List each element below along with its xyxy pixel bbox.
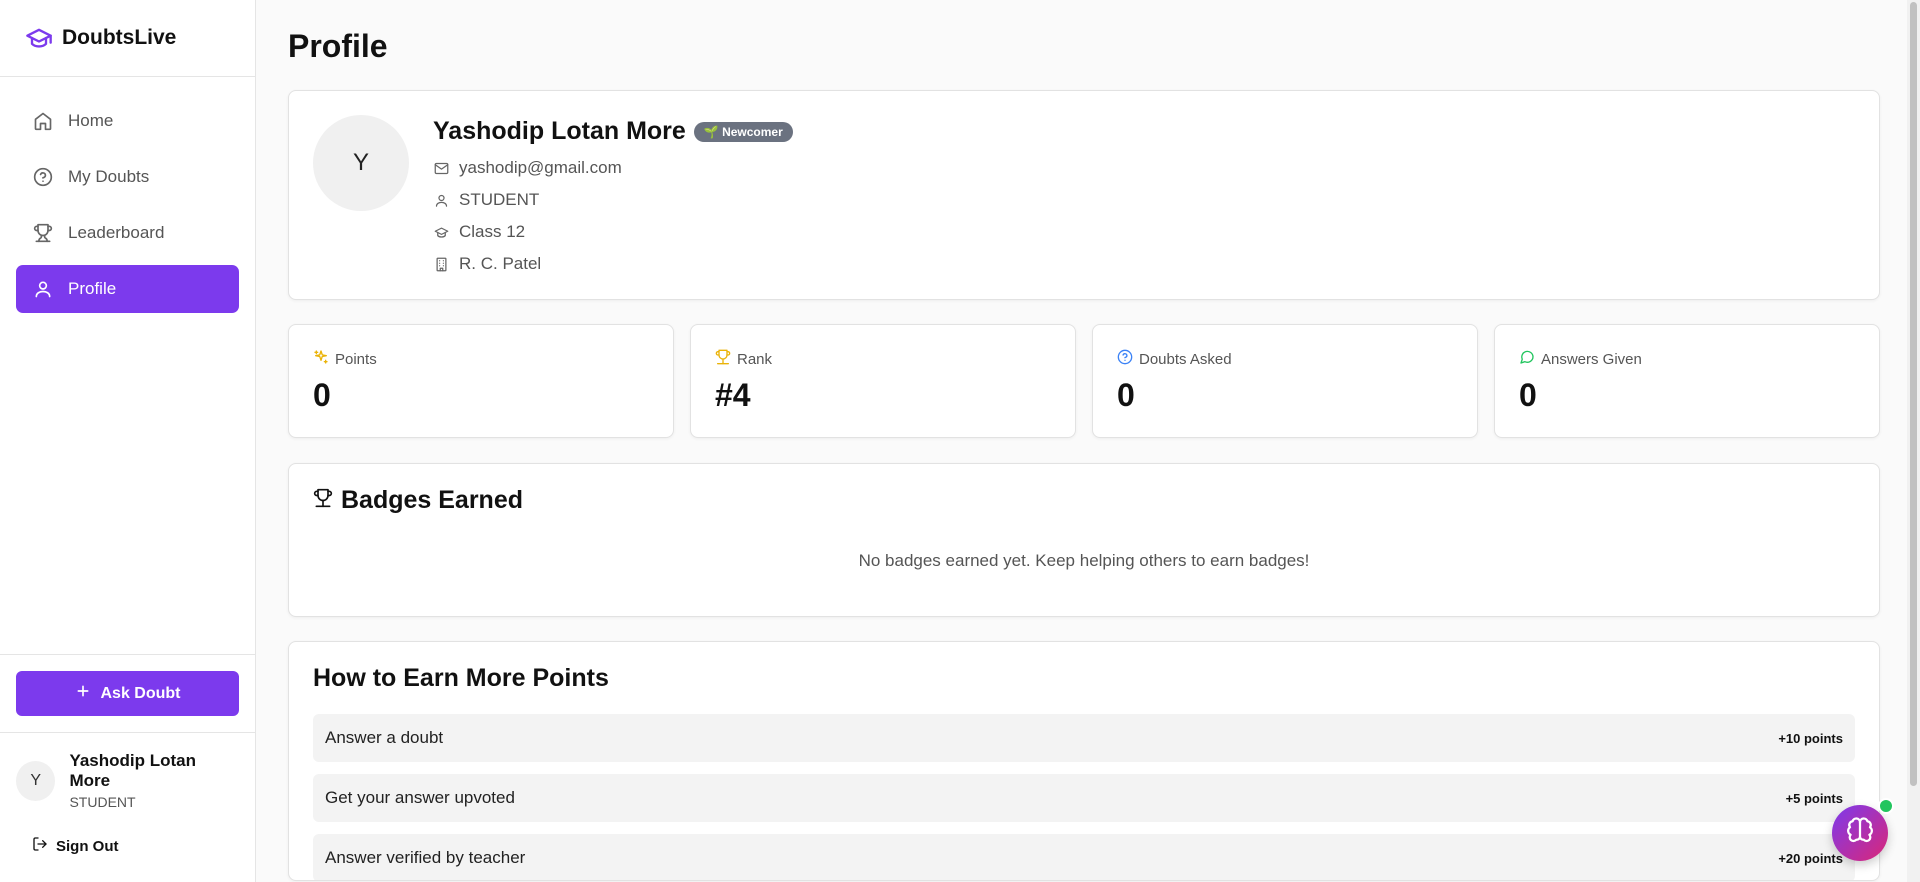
sidebar-item-label: Profile bbox=[68, 279, 117, 298]
profile-email: yashodip@gmail.com bbox=[433, 152, 793, 184]
question-circle-icon bbox=[1117, 349, 1133, 369]
school-text: R. C. Patel bbox=[459, 254, 542, 273]
sidebar-nav: Home My Doubts Leaderboard Profile bbox=[0, 77, 255, 333]
profile-class: Class 12 bbox=[433, 216, 793, 248]
graduation-cap-icon bbox=[433, 224, 449, 240]
list-item: Answer a doubt +10 points bbox=[313, 714, 1855, 762]
list-item: Answer verified by teacher +20 points bbox=[313, 834, 1855, 880]
badges-empty-text: No badges earned yet. Keep helping other… bbox=[858, 551, 1310, 570]
class-text: Class 12 bbox=[459, 222, 526, 241]
graduation-cap-icon bbox=[24, 23, 54, 53]
stat-label: Answers Given bbox=[1541, 350, 1642, 368]
avatar: Y bbox=[16, 760, 56, 801]
scrollbar-thumb[interactable] bbox=[1910, 2, 1917, 786]
profile-role: STUDENT bbox=[433, 184, 793, 216]
user-icon bbox=[32, 278, 54, 300]
building-icon bbox=[433, 256, 449, 272]
sidebar-item-label: Leaderboard bbox=[68, 223, 165, 242]
list-item: Get your answer upvoted +5 points bbox=[313, 774, 1855, 822]
message-circle-icon bbox=[1519, 349, 1535, 369]
earn-points: +5 points bbox=[1785, 790, 1843, 806]
sidebar-footer: Ask Doubt Y Yashodip Lotan More STUDENT … bbox=[0, 654, 255, 882]
scrollbar[interactable] bbox=[1907, 0, 1920, 882]
stat-label: Rank bbox=[737, 350, 773, 368]
online-indicator bbox=[1878, 798, 1894, 814]
earn-points-card: How to Earn More Points Answer a doubt +… bbox=[288, 641, 1880, 881]
brand[interactable]: DoubtsLive bbox=[0, 0, 255, 77]
earn-action: Answer a doubt bbox=[325, 728, 444, 747]
trophy-icon bbox=[32, 222, 54, 244]
stat-label: Doubts Asked bbox=[1139, 350, 1232, 368]
stat-value: 0 bbox=[313, 377, 331, 413]
logout-icon bbox=[32, 836, 48, 856]
trophy-icon bbox=[313, 486, 333, 515]
profile-card: Y Yashodip Lotan More 🌱 Newcomer yashodi… bbox=[288, 90, 1880, 300]
stat-value: 0 bbox=[1117, 377, 1135, 413]
earn-points: +20 points bbox=[1778, 850, 1843, 866]
stat-card-answers-given: Answers Given 0 bbox=[1494, 324, 1880, 438]
stat-value: #4 bbox=[715, 377, 751, 413]
avatar: Y bbox=[313, 115, 409, 211]
ai-assistant-button[interactable] bbox=[1832, 805, 1888, 861]
earn-action: Answer verified by teacher bbox=[325, 848, 526, 867]
ask-doubt-label: Ask Doubt bbox=[100, 684, 181, 702]
status-badge: 🌱 Newcomer bbox=[693, 121, 793, 142]
stat-value: 0 bbox=[1519, 377, 1537, 413]
stat-card-doubts-asked: Doubts Asked 0 bbox=[1092, 324, 1478, 438]
brain-icon bbox=[1845, 816, 1875, 851]
sidebar-item-profile[interactable]: Profile bbox=[16, 265, 239, 313]
badges-title: Badges Earned bbox=[313, 486, 1855, 515]
mail-icon bbox=[433, 160, 449, 176]
profile-name: Yashodip Lotan More bbox=[433, 117, 686, 145]
trophy-icon bbox=[715, 349, 731, 369]
sidebar-item-home[interactable]: Home bbox=[16, 97, 239, 145]
profile-school: R. C. Patel bbox=[433, 248, 793, 280]
question-circle-icon bbox=[32, 166, 54, 188]
current-user: Y Yashodip Lotan More STUDENT bbox=[0, 733, 255, 818]
earn-points: +10 points bbox=[1778, 730, 1843, 746]
stat-card-rank: Rank #4 bbox=[690, 324, 1076, 438]
brand-name: DoubtsLive bbox=[62, 26, 177, 49]
main-content: Profile Y Yashodip Lotan More 🌱 Newcomer… bbox=[288, 0, 1880, 881]
sidebar-item-my-doubts[interactable]: My Doubts bbox=[16, 153, 239, 201]
sidebar-item-label: Home bbox=[68, 111, 114, 130]
stats-row: Points 0 Rank #4 Doubts Asked 0 Answers … bbox=[288, 324, 1880, 438]
user-icon bbox=[433, 192, 449, 208]
badges-title-text: Badges Earned bbox=[341, 486, 524, 514]
sidebar-item-label: My Doubts bbox=[68, 167, 150, 186]
ask-doubt-button[interactable]: Ask Doubt bbox=[16, 671, 239, 716]
user-role: STUDENT bbox=[69, 794, 136, 810]
role-text: STUDENT bbox=[459, 190, 540, 209]
sign-out-label: Sign Out bbox=[56, 837, 119, 855]
email-text: yashodip@gmail.com bbox=[459, 158, 622, 177]
stat-label: Points bbox=[335, 350, 377, 368]
earn-title: How to Earn More Points bbox=[313, 664, 609, 692]
badges-card: Badges Earned No badges earned yet. Keep… bbox=[288, 463, 1880, 617]
sidebar-item-leaderboard[interactable]: Leaderboard bbox=[16, 209, 239, 257]
user-name: Yashodip Lotan More bbox=[69, 751, 197, 790]
page-title: Profile bbox=[288, 28, 388, 64]
home-icon bbox=[32, 110, 54, 132]
earn-action: Get your answer upvoted bbox=[325, 788, 515, 807]
sparkles-icon bbox=[313, 349, 329, 369]
stat-card-points: Points 0 bbox=[288, 324, 674, 438]
sign-out-button[interactable]: Sign Out bbox=[0, 818, 255, 882]
plus-icon bbox=[75, 683, 91, 704]
ask-doubt-wrap: Ask Doubt bbox=[0, 655, 255, 733]
sidebar: DoubtsLive Home My Doubts Leaderboard Pr… bbox=[0, 0, 256, 882]
